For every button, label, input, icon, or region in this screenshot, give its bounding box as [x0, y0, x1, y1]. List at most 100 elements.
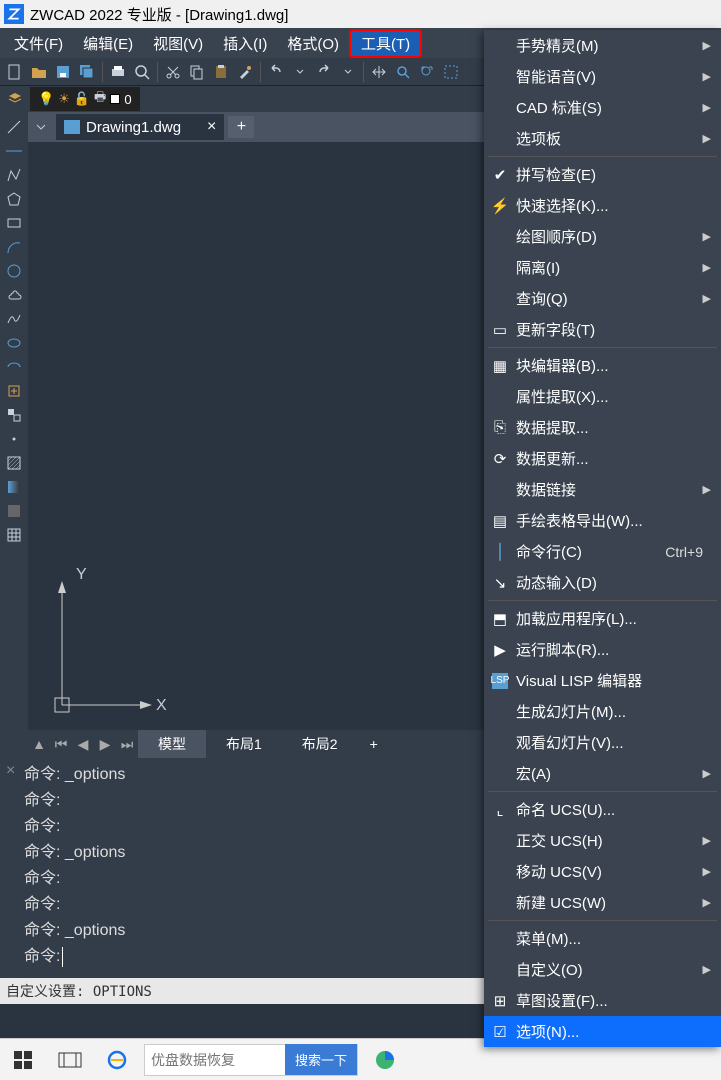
- tab-model[interactable]: 模型: [138, 730, 206, 758]
- menu-spell[interactable]: ✔拼写检查(E): [484, 159, 721, 190]
- ie-icon[interactable]: [98, 1044, 136, 1076]
- redo-icon[interactable]: [313, 61, 335, 83]
- ellipsearc-icon[interactable]: [3, 356, 25, 378]
- menu-view[interactable]: 视图(V): [143, 29, 213, 58]
- zoom-icon[interactable]: [392, 61, 414, 83]
- tabnav-last-icon[interactable]: ⏭: [116, 736, 138, 753]
- rectangle-icon[interactable]: [3, 212, 25, 234]
- cut-icon[interactable]: [162, 61, 184, 83]
- table-icon[interactable]: [3, 524, 25, 546]
- add-layout-button[interactable]: +: [358, 732, 390, 756]
- menu-vlisp[interactable]: LSPVisual LISP 编辑器: [484, 665, 721, 696]
- save-icon[interactable]: [52, 61, 74, 83]
- doc-tab[interactable]: Drawing1.dwg ×: [56, 114, 224, 140]
- menu-mucs[interactable]: 移动 UCS(V)▶: [484, 856, 721, 887]
- menu-voice[interactable]: 智能语音(V)▶: [484, 61, 721, 92]
- menu-palettes[interactable]: 选项板▶: [484, 123, 721, 154]
- menu-edit[interactable]: 编辑(E): [73, 29, 143, 58]
- menu-draworder[interactable]: 绘图顺序(D)▶: [484, 221, 721, 252]
- menu-macro[interactable]: 宏(A)▶: [484, 758, 721, 789]
- gradient-icon[interactable]: [3, 476, 25, 498]
- circle-icon[interactable]: [3, 260, 25, 282]
- tabnav-prev-icon[interactable]: ◀: [72, 736, 94, 753]
- tab-more-icon[interactable]: [32, 118, 50, 136]
- block-icon[interactable]: [3, 404, 25, 426]
- line-icon[interactable]: [3, 116, 25, 138]
- menu-updfield[interactable]: ▭更新字段(T): [484, 314, 721, 345]
- menu-datalink[interactable]: 数据链接▶: [484, 474, 721, 505]
- zoomwin-icon[interactable]: [440, 61, 462, 83]
- menu-file[interactable]: 文件(F): [4, 29, 73, 58]
- undo-drop-icon[interactable]: [289, 61, 311, 83]
- matchprop-icon[interactable]: [234, 61, 256, 83]
- tab-layout2[interactable]: 布局2: [282, 730, 358, 758]
- menu-cadstd[interactable]: CAD 标准(S)▶: [484, 92, 721, 123]
- dyninput-icon: ↘: [492, 575, 508, 591]
- menu-dyninput[interactable]: ↘动态输入(D): [484, 567, 721, 598]
- layerprop-icon[interactable]: [4, 88, 26, 110]
- menu-isolate[interactable]: 隔离(I)▶: [484, 252, 721, 283]
- layer-selector[interactable]: 💡 ☀ 🔓 🖶 0: [30, 87, 140, 111]
- revcloud-icon[interactable]: [3, 284, 25, 306]
- browser-icon[interactable]: [366, 1044, 404, 1076]
- bulb-icon: 💡: [38, 91, 54, 107]
- xline-icon[interactable]: [3, 140, 25, 162]
- menu-cmdline[interactable]: ⎮命令行(C)Ctrl+9: [484, 536, 721, 567]
- zoomext-icon[interactable]: [416, 61, 438, 83]
- cmd-close-icon[interactable]: ×: [6, 762, 15, 780]
- tabnav-next-icon[interactable]: ▶: [94, 736, 116, 753]
- hatch-icon[interactable]: [3, 452, 25, 474]
- copy-icon[interactable]: [186, 61, 208, 83]
- tab-layout1[interactable]: 布局1: [206, 730, 282, 758]
- menu-options[interactable]: ☑选项(N)...: [484, 1016, 721, 1047]
- taskview-icon[interactable]: [50, 1044, 90, 1076]
- title-bar: ZWCAD 2022 专业版 - [Drawing1.dwg]: [0, 0, 721, 28]
- saveall-icon[interactable]: [76, 61, 98, 83]
- menu-handtbl[interactable]: ▤手绘表格导出(W)...: [484, 505, 721, 536]
- undo-icon[interactable]: [265, 61, 287, 83]
- menu-script[interactable]: ▶运行脚本(R)...: [484, 634, 721, 665]
- menu-mslide[interactable]: 生成幻灯片(M)...: [484, 696, 721, 727]
- menu-dsettings[interactable]: ⊞草图设置(F)...: [484, 985, 721, 1016]
- menu-dataupd[interactable]: ⟳数据更新...: [484, 443, 721, 474]
- menu-bedit[interactable]: ▦块编辑器(B)...: [484, 350, 721, 381]
- windows-start-icon[interactable]: [4, 1044, 42, 1076]
- insert-icon[interactable]: [3, 380, 25, 402]
- print-icon[interactable]: [107, 61, 129, 83]
- region-icon[interactable]: [3, 500, 25, 522]
- menu-format[interactable]: 格式(O): [277, 29, 349, 58]
- tabnav-first-icon[interactable]: ⏮: [50, 736, 72, 753]
- menu-gesture[interactable]: 手势精灵(M)▶: [484, 30, 721, 61]
- menu-attext[interactable]: 属性提取(X)...: [484, 381, 721, 412]
- arc-icon[interactable]: [3, 236, 25, 258]
- paste-icon[interactable]: [210, 61, 232, 83]
- menu-tools[interactable]: 工具(T): [349, 29, 422, 58]
- redo-drop-icon[interactable]: [337, 61, 359, 83]
- preview-icon[interactable]: [131, 61, 153, 83]
- polygon-icon[interactable]: [3, 188, 25, 210]
- menu-dataext[interactable]: ⎘数据提取...: [484, 412, 721, 443]
- point-icon[interactable]: [3, 428, 25, 450]
- search-button[interactable]: 搜索一下: [285, 1044, 357, 1075]
- menu-qselect[interactable]: ⚡快速选择(K)...: [484, 190, 721, 221]
- menu-newucs[interactable]: 新建 UCS(W)▶: [484, 887, 721, 918]
- search-input[interactable]: [145, 1052, 285, 1068]
- menu-menu[interactable]: 菜单(M)...: [484, 923, 721, 954]
- menu-query[interactable]: 查询(Q)▶: [484, 283, 721, 314]
- menu-oucs[interactable]: 正交 UCS(H)▶: [484, 825, 721, 856]
- menu-custom[interactable]: 自定义(O)▶: [484, 954, 721, 985]
- new-icon[interactable]: [4, 61, 26, 83]
- pline-icon[interactable]: [3, 164, 25, 186]
- add-tab-button[interactable]: +: [228, 116, 254, 138]
- menu-insert[interactable]: 插入(I): [213, 29, 277, 58]
- menu-vslide[interactable]: 观看幻灯片(V)...: [484, 727, 721, 758]
- search-box[interactable]: 搜索一下: [144, 1044, 358, 1076]
- ellipse-icon[interactable]: [3, 332, 25, 354]
- menu-apload[interactable]: ⬒加载应用程序(L)...: [484, 603, 721, 634]
- pan-icon[interactable]: [368, 61, 390, 83]
- menu-nucs[interactable]: ⌞命名 UCS(U)...: [484, 794, 721, 825]
- close-icon[interactable]: ×: [207, 118, 216, 136]
- open-icon[interactable]: [28, 61, 50, 83]
- spline-icon[interactable]: [3, 308, 25, 330]
- tabnav-up-icon[interactable]: ▲: [28, 736, 50, 752]
